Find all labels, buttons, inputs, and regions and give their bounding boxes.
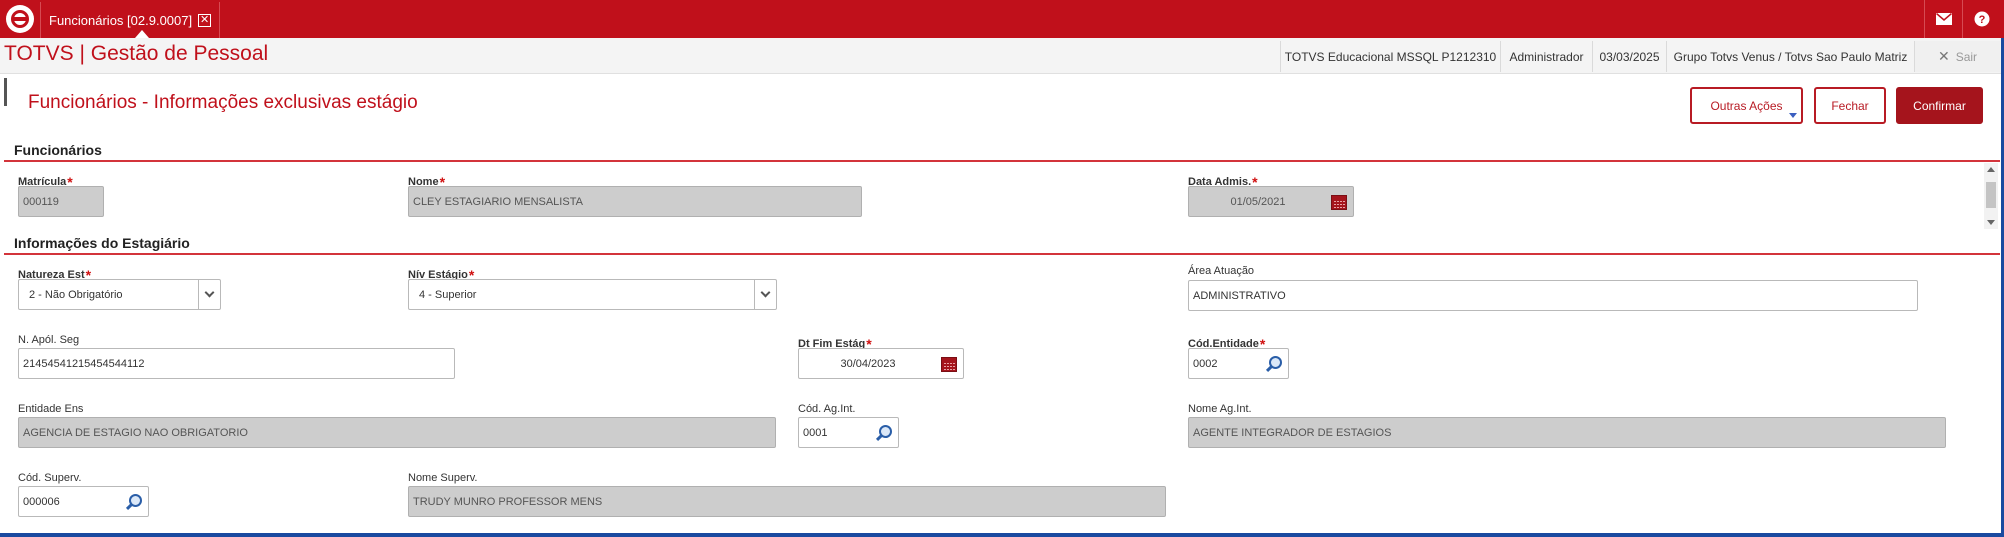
section-divider <box>4 253 2000 255</box>
entidade-ens-label: Entidade Ens <box>18 403 84 415</box>
nome-ag-int-label: Nome Ag.Int. <box>1188 403 1252 415</box>
entidade-ens-field: AGENCIA DE ESTAGIO NAO OBRIGATORIO <box>18 417 776 448</box>
nome-superv-field: TRUDY MUNRO PROFESSOR MENS <box>408 486 1166 517</box>
active-tab-indicator <box>135 30 149 38</box>
help-icon[interactable]: ? <box>1962 0 2000 38</box>
search-icon[interactable] <box>874 424 892 442</box>
cod-ag-int-label: Cód. Ag.Int. <box>798 403 856 415</box>
other-actions-button[interactable]: Outras Ações <box>1690 87 1803 124</box>
logout-button[interactable]: ✕ Sair <box>1914 41 2000 72</box>
company-info[interactable]: Grupo Totvs Venus / Totvs Sao Paulo Matr… <box>1666 41 1914 72</box>
cod-entidade-input[interactable]: 0002 <box>1188 348 1289 379</box>
close-icon[interactable]: ✕ <box>198 13 212 27</box>
totvs-logo-icon[interactable] <box>6 5 34 33</box>
nome-superv-label: Nome Superv. <box>408 472 478 484</box>
n-apol-seg-label: N. Apól. Seg <box>18 334 80 346</box>
niv-estagio-select[interactable]: 4 - Superior <box>408 279 777 310</box>
chevron-down-icon[interactable] <box>198 280 220 309</box>
svg-text:?: ? <box>1978 14 1985 26</box>
date-info[interactable]: 03/03/2025 <box>1592 41 1666 72</box>
mail-icon[interactable] <box>1924 0 1962 38</box>
app-header: TOTVS | Gestão de Pessoal TOTVS Educacio… <box>0 38 2004 74</box>
search-icon[interactable] <box>124 493 142 511</box>
close-button[interactable]: Fechar <box>1814 87 1886 124</box>
section-title-estagiario: Informações do Estagiário <box>14 235 190 251</box>
confirm-button[interactable]: Confirmar <box>1896 87 1983 124</box>
chevron-down-icon[interactable] <box>754 280 776 309</box>
top-bar: Funcionários [02.9.0007] ✕ ? <box>0 0 2004 38</box>
cod-ag-int-input[interactable]: 0001 <box>798 417 899 448</box>
area-atuacao-input[interactable]: ADMINISTRATIVO <box>1188 280 1918 311</box>
scrollbar[interactable] <box>1984 163 1998 229</box>
area-atuacao-label: Área Atuação <box>1188 265 1255 277</box>
app-title: TOTVS | Gestão de Pessoal <box>4 42 269 65</box>
scrollbar-thumb[interactable] <box>1986 182 1996 208</box>
calendar-icon[interactable] <box>941 357 957 372</box>
cod-superv-input[interactable]: 000006 <box>18 486 149 517</box>
close-icon: ✕ <box>1937 48 1950 64</box>
other-actions-label: Outras Ações <box>1710 98 1783 113</box>
dt-fim-estag-input[interactable]: 30/04/2023 <box>798 348 964 379</box>
matricula-field: 000119 <box>18 186 104 217</box>
cod-superv-label: Cód. Superv. <box>18 472 82 484</box>
page-title: Funcionários - Informações exclusivas es… <box>28 92 418 113</box>
n-apol-seg-input[interactable]: 21454541215454544112 <box>18 348 455 379</box>
calendar-icon[interactable] <box>1331 195 1347 210</box>
logout-label: Sair <box>1955 49 1978 64</box>
left-edge-marker <box>4 78 7 106</box>
nome-ag-int-field: AGENTE INTEGRADOR DE ESTAGIOS <box>1188 417 1946 448</box>
scroll-up-arrow-icon[interactable] <box>1987 167 1995 172</box>
nome-field: CLEY ESTAGIARIO MENSALISTA <box>408 186 862 217</box>
section-divider <box>4 160 2000 162</box>
data-admis-field: 01/05/2021 <box>1188 186 1354 217</box>
caret-down-icon <box>1789 113 1797 118</box>
tab-label: Funcionários [02.9.0007] <box>49 12 193 28</box>
search-icon[interactable] <box>1264 355 1282 373</box>
user-info[interactable]: Administrador <box>1500 41 1592 72</box>
environment-info[interactable]: TOTVS Educacional MSSQL P1212310 <box>1280 41 1500 72</box>
section-title-funcionarios: Funcionários <box>14 142 102 158</box>
window-frame-bottom <box>0 533 2004 537</box>
tab-funcionarios[interactable]: Funcionários [02.9.0007] ✕ <box>40 2 221 38</box>
natureza-est-select[interactable]: 2 - Não Obrigatório <box>18 279 221 310</box>
scroll-down-arrow-icon[interactable] <box>1987 220 1995 225</box>
